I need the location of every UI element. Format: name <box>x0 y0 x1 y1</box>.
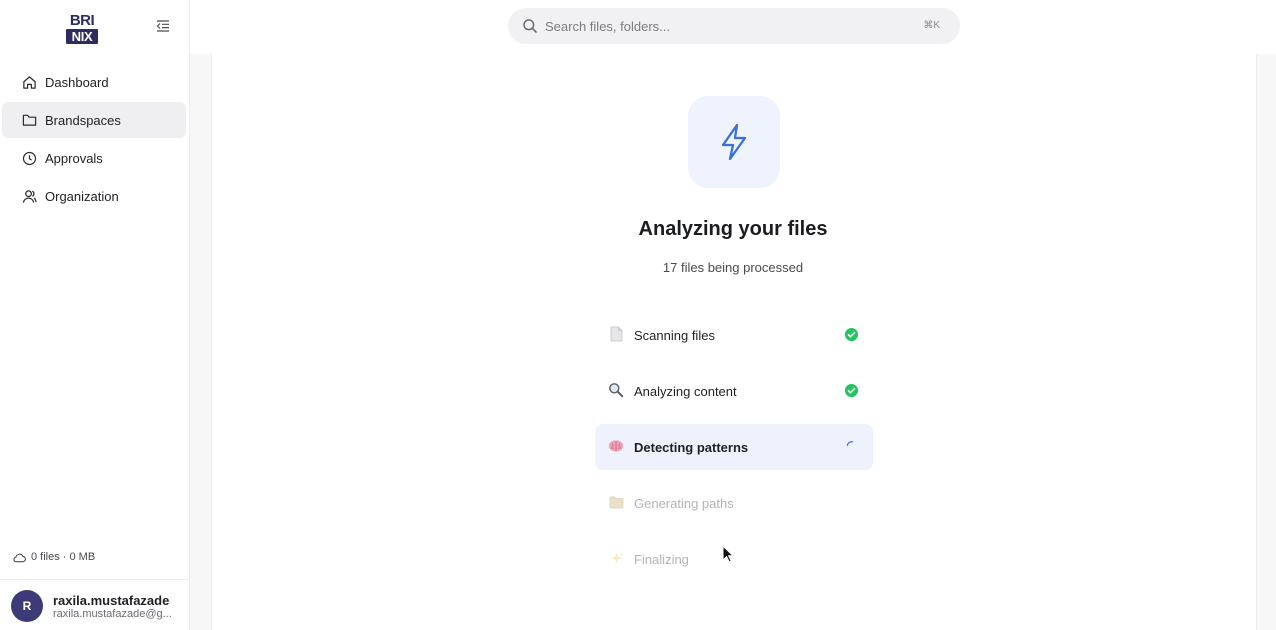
clock-icon <box>21 150 37 166</box>
sidebar-item-label: Brandspaces <box>45 112 121 128</box>
user-name: raxila.mustafazade <box>53 593 170 608</box>
sidebar-item-dashboard[interactable]: Dashboard <box>2 64 186 100</box>
brain-icon <box>608 438 624 454</box>
sidebar-item-approvals[interactable]: Approvals <box>2 140 186 176</box>
user-email: raxila.mustafazade@g... <box>53 608 172 620</box>
sidebar-item-label: Approvals <box>45 150 103 166</box>
magnifier-icon <box>608 382 624 398</box>
sidebar-item-label: Dashboard <box>45 74 109 90</box>
logo-text-top: BRI <box>69 12 95 29</box>
folder-icon <box>21 112 37 128</box>
sidebar-nav: Dashboard Brandspaces Approvals Organiza… <box>2 64 186 216</box>
progress-steps: Scanning files Analyzing content Detecti… <box>595 312 873 592</box>
document-icon <box>608 326 624 342</box>
logo-text-bottom: NIX <box>66 29 98 44</box>
processing-count: 17 files being processed <box>662 260 804 275</box>
search-input[interactable] <box>545 8 905 44</box>
check-done-icon <box>844 383 859 398</box>
search-icon <box>523 19 537 33</box>
cloud-icon <box>12 550 26 564</box>
step-label: Analyzing content <box>634 384 737 399</box>
user-profile[interactable]: R raxila.mustafazade raxila.mustafazade@… <box>0 579 189 630</box>
home-icon <box>21 74 37 90</box>
collapse-sidebar-button[interactable] <box>154 17 172 35</box>
step-label: Scanning files <box>634 328 715 343</box>
storage-text: 0 files · 0 MB <box>31 551 96 563</box>
step-analyzing-content: Analyzing content <box>595 368 873 414</box>
step-detecting-patterns: Detecting patterns <box>595 424 873 470</box>
loading-spinner-icon <box>846 441 854 446</box>
sidebar-item-organization[interactable]: Organization <box>2 178 186 214</box>
folder-icon <box>608 494 624 510</box>
sidebar-item-label: Organization <box>45 188 119 204</box>
analysis-hero <box>688 96 780 188</box>
check-done-icon <box>844 327 859 342</box>
collapse-menu-icon <box>156 20 169 32</box>
sidebar-item-brandspaces[interactable]: Brandspaces <box>2 102 186 138</box>
brand-logo[interactable]: BRI NIX <box>66 12 98 44</box>
users-icon <box>21 188 37 204</box>
sparkle-icon <box>608 550 624 566</box>
app-window: BRI NIX Dashboard Brandspaces Approvals … <box>0 0 1276 630</box>
step-label: Generating paths <box>634 496 734 511</box>
step-finalizing: Finalizing <box>595 536 873 582</box>
step-label: Finalizing <box>634 552 689 567</box>
avatar: R <box>11 590 43 622</box>
lightning-icon <box>721 123 747 161</box>
step-label: Detecting patterns <box>634 440 749 455</box>
step-scanning-files: Scanning files <box>595 312 873 358</box>
content-gutter-left <box>190 54 211 630</box>
sidebar: BRI NIX Dashboard Brandspaces Approvals … <box>0 0 190 630</box>
content-gutter-right <box>1257 54 1276 630</box>
step-generating-paths: Generating paths <box>595 480 873 526</box>
search-bar[interactable]: ⌘K <box>508 8 960 44</box>
search-shortcut-hint: ⌘K <box>923 20 940 31</box>
storage-usage: 0 files · 0 MB <box>12 549 95 565</box>
page-title: Analyzing your files <box>638 218 828 240</box>
